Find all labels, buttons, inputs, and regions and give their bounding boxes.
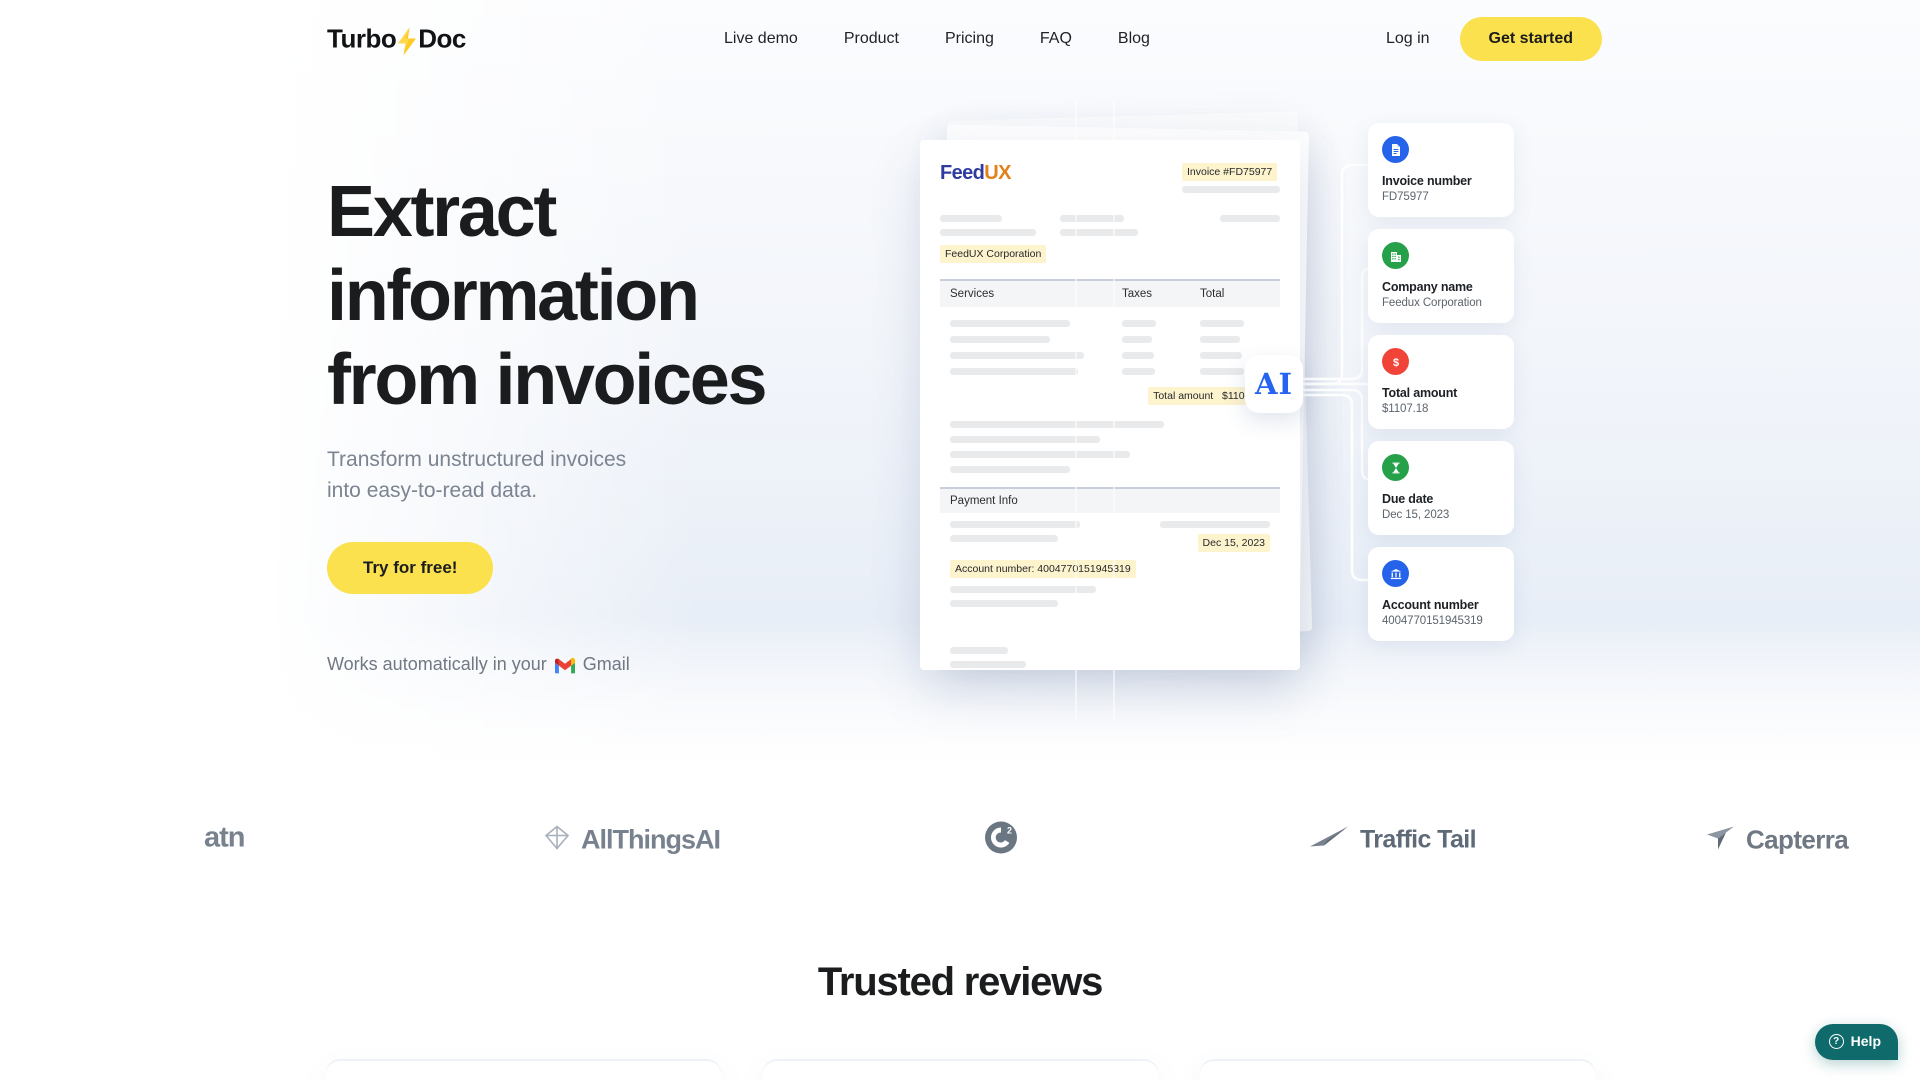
capterra-arrow-icon: [1704, 824, 1736, 857]
nav-link-live-demo[interactable]: Live demo: [724, 30, 798, 48]
svg-text:atn: atn: [204, 822, 245, 854]
hero-subtitle-line-2: into easy-to-read data.: [327, 479, 538, 502]
traffic-tail-arrow-icon: [1308, 825, 1350, 856]
hero-title-line-1: Extract: [327, 172, 557, 252]
review-card[interactable]: [1199, 1060, 1595, 1080]
nav-link-blog[interactable]: Blog: [1118, 30, 1150, 48]
hero-copy: Extract information from invoices Transf…: [327, 170, 887, 675]
lightning-bolt-icon: [397, 27, 417, 55]
page-title: Extract information from invoices: [327, 170, 887, 422]
logo-label: Capterra: [1746, 824, 1849, 855]
document-icon: [1382, 136, 1409, 163]
extracted-card-title: Total amount: [1382, 386, 1458, 400]
help-widget-button[interactable]: ? Help: [1814, 1024, 1898, 1060]
hero-title-line-2: information: [327, 256, 700, 336]
logo-capterra: Capterra: [1704, 824, 1849, 857]
dollar-icon: $: [1382, 348, 1409, 375]
review-card[interactable]: [325, 1060, 721, 1080]
nav-link-pricing[interactable]: Pricing: [945, 30, 994, 48]
gmail-note-prefix: Works automatically in your: [327, 654, 547, 674]
site-header: Turbo Doc Live demo Product Pricing FAQ …: [0, 0, 1920, 78]
bank-icon: [1382, 560, 1409, 587]
nav-link-faq[interactable]: FAQ: [1040, 30, 1072, 48]
extracted-card-title: Account number: [1382, 598, 1479, 612]
extracted-card-value: FD75977: [1382, 191, 1429, 203]
review-card[interactable]: [762, 1060, 1158, 1080]
brand-logo[interactable]: Turbo Doc: [327, 24, 466, 55]
reviews-title: Trusted reviews: [817, 960, 1104, 1004]
ai-badge: AI: [1245, 355, 1303, 413]
gmail-icon: [554, 657, 576, 674]
reviews-section: Trusted reviews: [0, 960, 1920, 1080]
extracted-card-value: 4004770151945319: [1382, 615, 1483, 627]
extracted-fields-list: Invoice number FD75977 Company name Feed…: [1368, 123, 1514, 653]
brand-text-doc: Doc: [418, 23, 466, 54]
extracted-card-title: Invoice number: [1382, 174, 1472, 188]
extracted-card-value: Feedux Corporation: [1382, 297, 1482, 309]
extracted-card-invoice-number[interactable]: Invoice number FD75977: [1368, 123, 1514, 217]
hero-subtitle: Transform unstructured invoices into eas…: [327, 444, 887, 506]
login-link[interactable]: Log in: [1378, 24, 1438, 54]
logo-label: Traffic Tail: [1360, 825, 1477, 854]
hero-subtitle-line-1: Transform unstructured invoices: [327, 448, 627, 471]
extracted-card-total-amount[interactable]: $ Total amount $1107.18: [1368, 335, 1514, 429]
get-started-button[interactable]: Get started: [1459, 17, 1602, 61]
extracted-card-title: Company name: [1382, 280, 1473, 294]
main-navigation: Live demo Product Pricing FAQ Blog: [724, 30, 1150, 48]
nav-link-product[interactable]: Product: [844, 30, 899, 48]
building-icon: [1382, 242, 1409, 269]
gmail-integration-note: Works automatically in your Gmail: [327, 654, 887, 675]
logo-label: AllThingsAI: [581, 824, 721, 855]
trusted-by-logo-strip: atn AllThingsAI 2 Traffic Tail Capterra: [0, 790, 1920, 890]
invoice-extraction-illustration: FeedUX Invoice #FD75977 FeedUX Corporati…: [900, 100, 1640, 720]
try-for-free-button[interactable]: Try for free!: [327, 542, 494, 594]
extracted-card-account-number[interactable]: Account number 4004770151945319: [1368, 547, 1514, 641]
extracted-card-title: Due date: [1382, 492, 1434, 506]
extracted-card-company-name[interactable]: Company name Feedux Corporation: [1368, 229, 1514, 323]
hourglass-icon: [1382, 454, 1409, 481]
atn-wordmark-icon: atn: [204, 821, 280, 860]
logo-allthingsai: AllThingsAI: [543, 824, 721, 857]
g2-badge-icon: 2: [984, 821, 1018, 860]
help-label: Help: [1850, 1033, 1881, 1049]
hero-cta: Try for free!: [327, 542, 887, 594]
extracted-card-value: Dec 15, 2023: [1382, 509, 1450, 521]
svg-text:$: $: [1392, 357, 1398, 369]
extracted-card-value: $1107.18: [1382, 403, 1429, 415]
logo-g2: 2: [984, 821, 1018, 860]
landing-page: Turbo Doc Live demo Product Pricing FAQ …: [0, 0, 1920, 1080]
allthingsai-cube-icon: [543, 824, 571, 857]
brand-text-turbo: Turbo: [327, 23, 397, 54]
svg-text:2: 2: [1007, 826, 1012, 836]
gmail-note-suffix: Gmail: [582, 654, 630, 674]
review-cards-row: [0, 1060, 1920, 1080]
logo-atn: atn: [204, 821, 280, 860]
hero-title-line-3: from invoices: [327, 340, 768, 420]
logo-traffic-tail: Traffic Tail: [1308, 825, 1477, 856]
header-actions: Log in Get started: [1378, 17, 1602, 61]
extracted-card-due-date[interactable]: Due date Dec 15, 2023: [1368, 441, 1514, 535]
question-mark-icon: ?: [1828, 1033, 1844, 1049]
